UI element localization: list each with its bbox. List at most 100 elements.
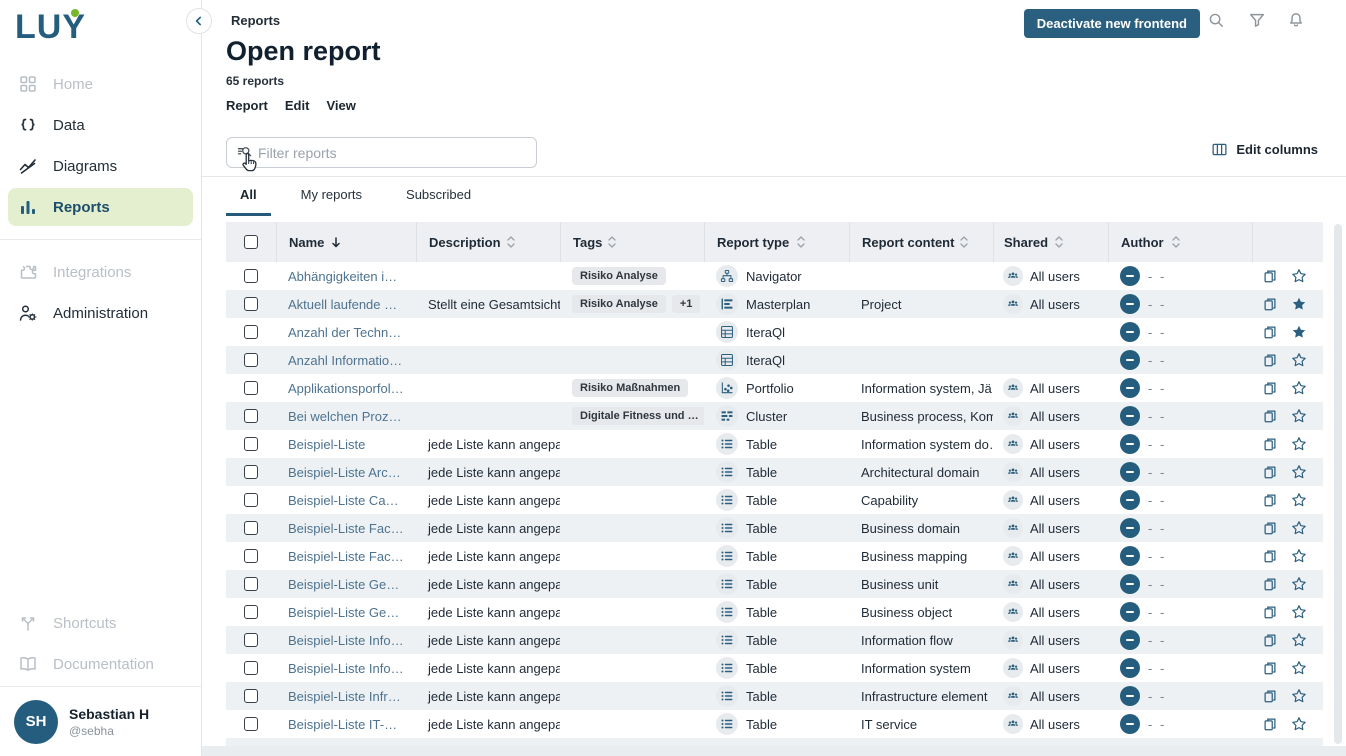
column-header-report-type[interactable]: Report type <box>704 222 849 262</box>
column-header-shared[interactable]: Shared <box>993 222 1108 262</box>
row-checkbox[interactable] <box>244 409 258 423</box>
report-name-link[interactable]: Beispiel-Liste Informati… <box>288 661 404 676</box>
row-checkbox[interactable] <box>244 381 258 395</box>
copy-report-icon[interactable] <box>1262 352 1278 368</box>
copy-report-icon[interactable] <box>1262 268 1278 284</box>
report-name-link[interactable]: Beispiel-Liste Geschäft… <box>288 577 404 592</box>
group-icon <box>1003 406 1023 426</box>
tab-all[interactable]: All <box>226 177 271 216</box>
report-name-link[interactable]: Beispiel-Liste Architekt… <box>288 465 404 480</box>
row-checkbox[interactable] <box>244 549 258 563</box>
report-name-link[interactable]: Aktuell laufende Projek… <box>288 297 404 312</box>
column-header-name[interactable]: Name <box>276 222 416 262</box>
row-checkbox[interactable] <box>244 465 258 479</box>
report-name-link[interactable]: Anzahl Informationssy… <box>288 353 404 368</box>
star-icon[interactable] <box>1291 660 1307 676</box>
row-checkbox[interactable] <box>244 325 258 339</box>
star-icon[interactable] <box>1291 464 1307 480</box>
star-icon[interactable] <box>1291 604 1307 620</box>
star-icon[interactable] <box>1291 520 1307 536</box>
tab-subscribed[interactable]: Subscribed <box>392 177 485 216</box>
sidebar-item-administration[interactable]: Administration <box>8 294 193 332</box>
copy-report-icon[interactable] <box>1262 492 1278 508</box>
copy-report-icon[interactable] <box>1262 296 1278 312</box>
copy-report-icon[interactable] <box>1262 436 1278 452</box>
row-checkbox[interactable] <box>244 353 258 367</box>
luy-logo[interactable]: LUY <box>15 8 86 47</box>
menu-item-report[interactable]: Report <box>226 98 268 113</box>
copy-report-icon[interactable] <box>1262 716 1278 732</box>
column-header-report-content[interactable]: Report content <box>849 222 993 262</box>
star-icon[interactable] <box>1291 352 1307 368</box>
copy-report-icon[interactable] <box>1262 576 1278 592</box>
tag-overflow-badge[interactable]: +1 <box>672 295 701 313</box>
star-icon[interactable] <box>1291 492 1307 508</box>
row-checkbox[interactable] <box>244 577 258 591</box>
report-name-link[interactable]: Beispiel-Liste Geschäft… <box>288 605 404 620</box>
row-checkbox[interactable] <box>244 493 258 507</box>
report-name-link[interactable]: Beispiel-Liste Fachlich… <box>288 521 404 536</box>
table-icon <box>716 601 738 623</box>
copy-report-icon[interactable] <box>1262 408 1278 424</box>
copy-report-icon[interactable] <box>1262 660 1278 676</box>
row-checkbox[interactable] <box>244 297 258 311</box>
star-icon[interactable] <box>1291 268 1307 284</box>
star-filled-icon[interactable] <box>1291 324 1307 340</box>
edit-columns-button[interactable]: Edit columns <box>1211 141 1318 158</box>
copy-report-icon[interactable] <box>1262 324 1278 340</box>
table-row: Beispiel-Liste Informati…jede Liste kann… <box>226 626 1323 654</box>
user-profile[interactable]: SH Sebastian H @sebha <box>0 686 201 756</box>
column-header-tags[interactable]: Tags <box>560 222 704 262</box>
row-checkbox[interactable] <box>244 661 258 675</box>
deactivate-new-frontend-button[interactable]: Deactivate new frontend <box>1024 9 1200 38</box>
menu-item-edit[interactable]: Edit <box>285 98 310 113</box>
row-checkbox[interactable] <box>244 521 258 535</box>
star-icon[interactable] <box>1291 688 1307 704</box>
row-checkbox[interactable] <box>244 269 258 283</box>
copy-report-icon[interactable] <box>1262 604 1278 620</box>
report-name-link[interactable]: Beispiel-Liste <box>288 437 365 452</box>
report-name-link[interactable]: Bei welchen Prozessen… <box>288 409 404 424</box>
sidebar-item-diagrams[interactable]: Diagrams <box>8 147 193 185</box>
row-checkbox[interactable] <box>244 717 258 731</box>
report-name-link[interactable]: Beispiel-Liste Capability <box>288 493 404 508</box>
bell-icon[interactable] <box>1287 11 1305 29</box>
search-icon[interactable] <box>1207 11 1225 29</box>
sidebar-item-data[interactable]: Data <box>8 106 193 144</box>
copy-report-icon[interactable] <box>1262 464 1278 480</box>
report-name-link[interactable]: Beispiel-Liste IT-Servic… <box>288 717 404 732</box>
star-icon[interactable] <box>1291 380 1307 396</box>
star-icon[interactable] <box>1291 548 1307 564</box>
sidebar-collapse-button[interactable] <box>186 8 212 34</box>
copy-report-icon[interactable] <box>1262 688 1278 704</box>
report-name-link[interactable]: Beispiel-Liste Fachlich… <box>288 549 404 564</box>
select-all-checkbox[interactable] <box>244 235 258 249</box>
copy-report-icon[interactable] <box>1262 520 1278 536</box>
star-icon[interactable] <box>1291 436 1307 452</box>
tab-my-reports[interactable]: My reports <box>287 177 376 216</box>
filter-icon[interactable] <box>1248 11 1266 29</box>
column-header-description[interactable]: Description <box>416 222 560 262</box>
sidebar-item-reports[interactable]: Reports <box>8 188 193 226</box>
report-name-link[interactable]: Abhängigkeiten im Kon… <box>288 269 404 284</box>
row-checkbox[interactable] <box>244 689 258 703</box>
vertical-scrollbar[interactable] <box>1334 224 1342 744</box>
column-header-author[interactable]: Author <box>1108 222 1252 262</box>
copy-report-icon[interactable] <box>1262 548 1278 564</box>
row-checkbox[interactable] <box>244 633 258 647</box>
star-icon[interactable] <box>1291 716 1307 732</box>
star-icon[interactable] <box>1291 408 1307 424</box>
star-filled-icon[interactable] <box>1291 296 1307 312</box>
star-icon[interactable] <box>1291 576 1307 592</box>
menu-item-view[interactable]: View <box>326 98 355 113</box>
copy-report-icon[interactable] <box>1262 380 1278 396</box>
row-checkbox[interactable] <box>244 437 258 451</box>
filter-reports-input[interactable] <box>258 145 527 161</box>
row-checkbox[interactable] <box>244 605 258 619</box>
report-name-link[interactable]: Applikationsporfolio Ü… <box>288 381 404 396</box>
copy-report-icon[interactable] <box>1262 632 1278 648</box>
star-icon[interactable] <box>1291 632 1307 648</box>
report-name-link[interactable]: Beispiel-Liste Informati… <box>288 633 404 648</box>
report-name-link[interactable]: Anzahl der Technische… <box>288 325 404 340</box>
report-name-link[interactable]: Beispiel-Liste Infrastru… <box>288 689 404 704</box>
